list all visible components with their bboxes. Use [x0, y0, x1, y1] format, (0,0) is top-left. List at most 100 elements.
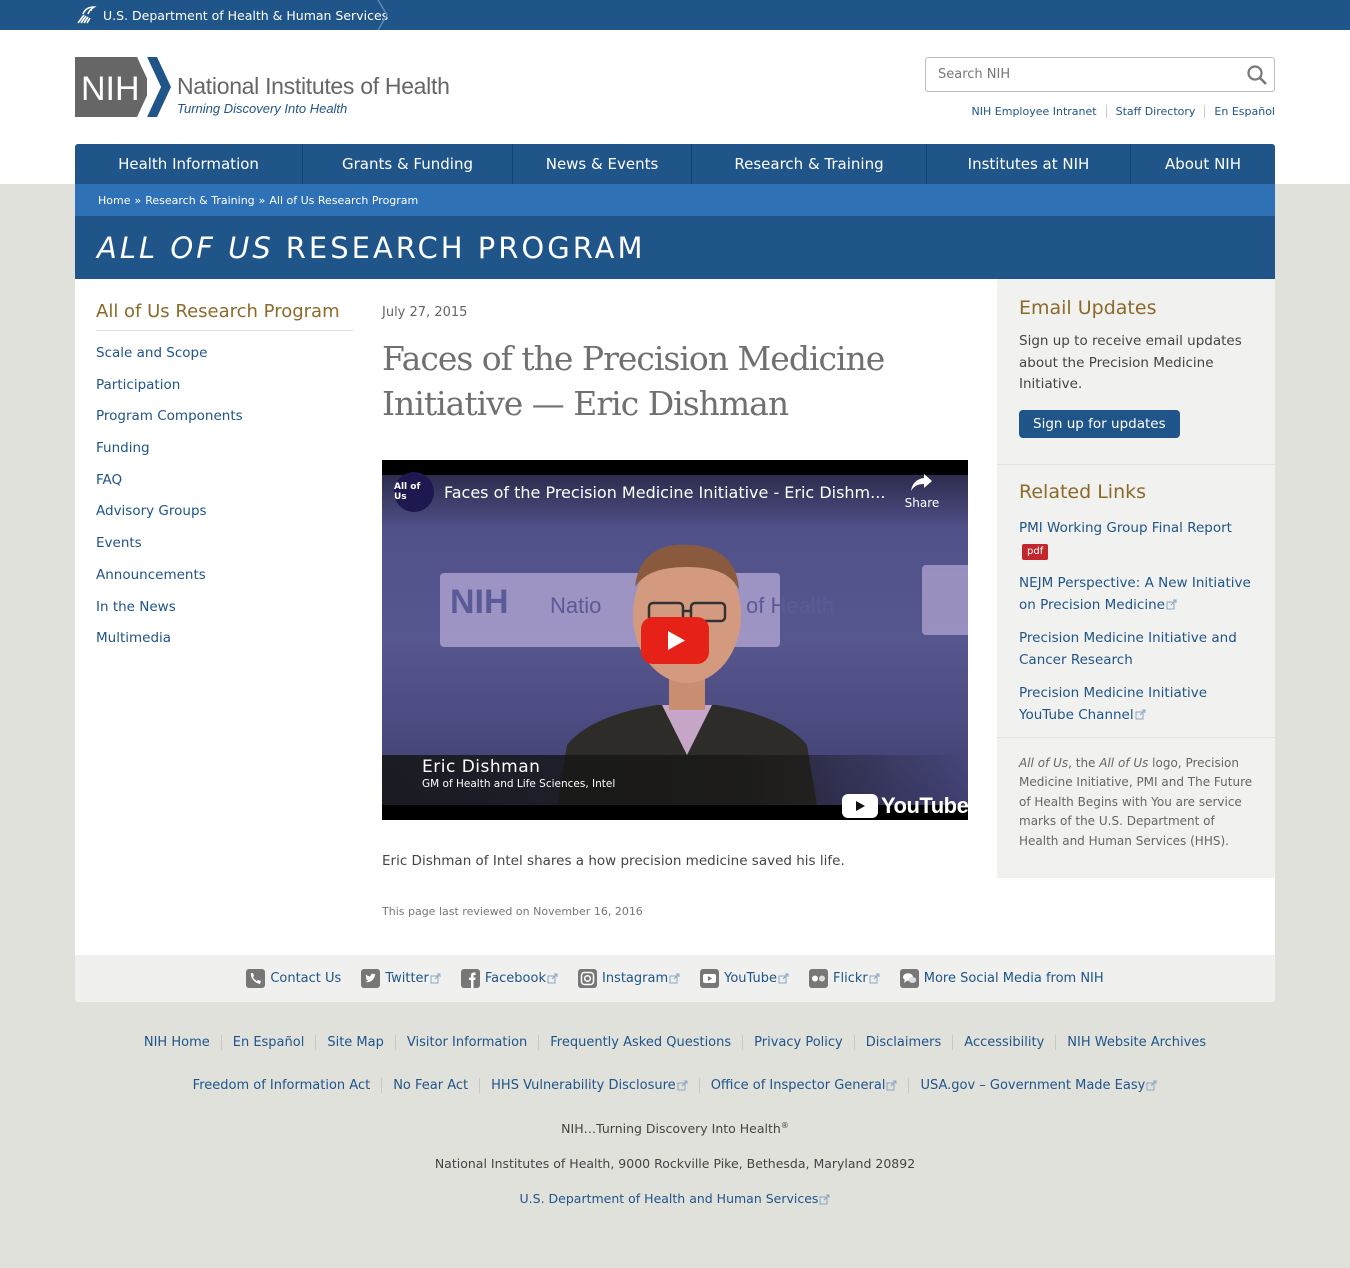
related-link[interactable]: Precision Medicine Initiative YouTube Ch… [1019, 685, 1207, 723]
footer-link[interactable]: Accessibility [952, 1035, 1055, 1050]
section-nav-item[interactable]: Multimedia [96, 630, 171, 646]
banner-text: RESEARCH PROGRAM [285, 230, 646, 265]
video-player[interactable]: NIH Natio of Health Eric Dishman GM of H… [382, 460, 968, 820]
section-nav-item[interactable]: FAQ [96, 472, 122, 488]
section-nav-item[interactable]: Announcements [96, 567, 206, 583]
related-link[interactable]: Precision Medicine Initiative and Cancer… [1019, 630, 1237, 668]
youtube-logo[interactable]: YouTube [842, 793, 968, 819]
email-updates-section: Email Updates Sign up to receive email u… [997, 279, 1275, 438]
hhs-label: U.S. Department of Health & Human Servic… [103, 7, 389, 23]
nih-logo[interactable]: NIH National Institutes of Health Turnin… [75, 57, 450, 117]
external-link-icon [677, 1080, 688, 1091]
util-link-intranet[interactable]: NIH Employee Intranet [963, 105, 1106, 118]
social-flickr[interactable]: Flickr [809, 969, 880, 988]
footer-links-row-1: NIH Home En Español Site Map Visitor Inf… [0, 1035, 1350, 1050]
footer-link[interactable]: Freedom of Information Act [182, 1078, 382, 1093]
footer-link-label: USA.gov – Government Made Easy [920, 1078, 1146, 1093]
external-link-icon [819, 1194, 830, 1205]
external-link-icon [886, 1080, 897, 1091]
social-label: Twitter [385, 971, 429, 986]
footer-link[interactable]: NIH Website Archives [1055, 1035, 1217, 1050]
footer-link[interactable]: Disclaimers [853, 1035, 953, 1050]
footer-link-hhs-vdp[interactable]: HHS Vulnerability Disclosure [479, 1078, 699, 1093]
video-person-name: Eric Dishman [422, 757, 541, 777]
footer-link[interactable]: Privacy Policy [742, 1035, 854, 1050]
nav-grants-funding[interactable]: Grants & Funding [303, 144, 513, 184]
search-icon[interactable] [1246, 64, 1268, 86]
nav-research-training[interactable]: Research & Training [692, 144, 927, 184]
section-nav-item[interactable]: Participation [96, 377, 180, 393]
footer-tagline: NIH…Turning Discovery Into Health® [0, 1121, 1350, 1136]
section-nav: All of Us Research Program Scale and Sco… [96, 301, 353, 662]
video-share-button[interactable]: Share [900, 472, 944, 510]
phone-icon [246, 969, 266, 988]
search-input[interactable] [926, 58, 1226, 91]
video-caption: Eric Dishman of Intel shares a how preci… [382, 853, 845, 869]
video-bg-nih-text: NIH [450, 583, 509, 621]
nav-health-information[interactable]: Health Information [75, 144, 303, 184]
logo-title: National Institutes of Health [177, 73, 450, 99]
twitter-icon [361, 969, 381, 988]
nav-institutes[interactable]: Institutes at NIH [927, 144, 1131, 184]
service-marks-notice: All of Us, the All of Us logo, Precision… [997, 738, 1275, 852]
youtube-logo-text: YouTube [881, 793, 968, 818]
breadcrumb-research-training[interactable]: Research & Training [145, 194, 254, 207]
social-more[interactable]: More Social Media from NIH [899, 969, 1104, 988]
pdf-badge: pdf [1022, 543, 1049, 560]
external-link-icon [430, 973, 441, 984]
footer-link[interactable]: NIH Home [133, 1035, 221, 1050]
legal-italic: All of Us [1099, 755, 1149, 770]
section-nav-item[interactable]: Program Components [96, 408, 243, 424]
section-nav-item[interactable]: Scale and Scope [96, 345, 207, 361]
section-nav-item[interactable]: Events [96, 535, 142, 551]
nav-about-nih[interactable]: About NIH [1131, 144, 1275, 184]
breadcrumb-home[interactable]: Home [98, 194, 130, 207]
section-nav-item[interactable]: In the News [96, 599, 176, 615]
signup-button[interactable]: Sign up for updates [1019, 409, 1180, 438]
breadcrumb-current[interactable]: All of Us Research Program [269, 194, 418, 207]
footer-link-oig[interactable]: Office of Inspector General [698, 1078, 909, 1093]
footer-hhs: U.S. Department of Health and Human Serv… [0, 1191, 1350, 1206]
footer-link[interactable]: Visitor Information [394, 1035, 538, 1050]
breadcrumb-separator: » [258, 193, 266, 207]
social-twitter[interactable]: Twitter [361, 969, 441, 988]
footer-link[interactable]: No Fear Act [381, 1078, 479, 1093]
social-youtube[interactable]: YouTube [700, 969, 789, 988]
main-content: All of Us Research Program Scale and Sco… [75, 279, 1275, 955]
social-instagram[interactable]: Instagram [577, 969, 680, 988]
external-link-icon [1146, 1080, 1157, 1091]
email-updates-title: Email Updates [1019, 297, 1157, 319]
util-link-espanol[interactable]: En Español [1204, 105, 1275, 118]
hhs-eagle-icon [77, 6, 97, 24]
footer-link[interactable]: Site Map [315, 1035, 395, 1050]
social-label: Facebook [484, 971, 546, 986]
util-link-staff-directory[interactable]: Staff Directory [1105, 105, 1205, 118]
hhs-link[interactable]: U.S. Department of Health & Human Servic… [75, 0, 388, 30]
footer-hhs-link[interactable]: U.S. Department of Health and Human Serv… [520, 1191, 819, 1206]
breadcrumb: Home » Research & Training » All of Us R… [75, 184, 1275, 216]
footer-link-usagov[interactable]: USA.gov – Government Made Easy [908, 1078, 1168, 1093]
video-title[interactable]: Faces of the Precision Medicine Initiati… [444, 483, 894, 502]
logo-tagline: Turning Discovery Into Health [177, 101, 348, 116]
related-link[interactable]: NEJM Perspective: A New Initiative on Pr… [1019, 575, 1251, 613]
related-links-section: Related Links PMI Working Group Final Re… [997, 465, 1275, 726]
section-nav-item[interactable]: Funding [96, 440, 150, 456]
related-link[interactable]: PMI Working Group Final Report [1019, 520, 1232, 536]
play-button-icon[interactable] [641, 617, 709, 664]
social-facebook[interactable]: Facebook [460, 969, 558, 988]
footer-link-label: HHS Vulnerability Disclosure [491, 1078, 676, 1093]
sidebar: Email Updates Sign up to receive email u… [997, 279, 1275, 878]
nih-logo-mark: NIH [75, 57, 171, 117]
external-link-icon [869, 973, 880, 984]
youtube-play-badge-icon [842, 794, 878, 818]
flickr-icon [809, 969, 828, 988]
channel-avatar[interactable]: All of Us [394, 472, 434, 512]
social-label: Flickr [833, 971, 868, 986]
nav-news-events[interactable]: News & Events [513, 144, 692, 184]
footer-link[interactable]: En Español [220, 1035, 316, 1050]
footer-link[interactable]: Frequently Asked Questions [538, 1035, 742, 1050]
section-nav-item[interactable]: Advisory Groups [96, 503, 207, 519]
social-contact-us[interactable]: Contact Us [246, 969, 341, 988]
share-icon [911, 474, 932, 491]
section-nav-title[interactable]: All of Us Research Program [96, 301, 353, 331]
